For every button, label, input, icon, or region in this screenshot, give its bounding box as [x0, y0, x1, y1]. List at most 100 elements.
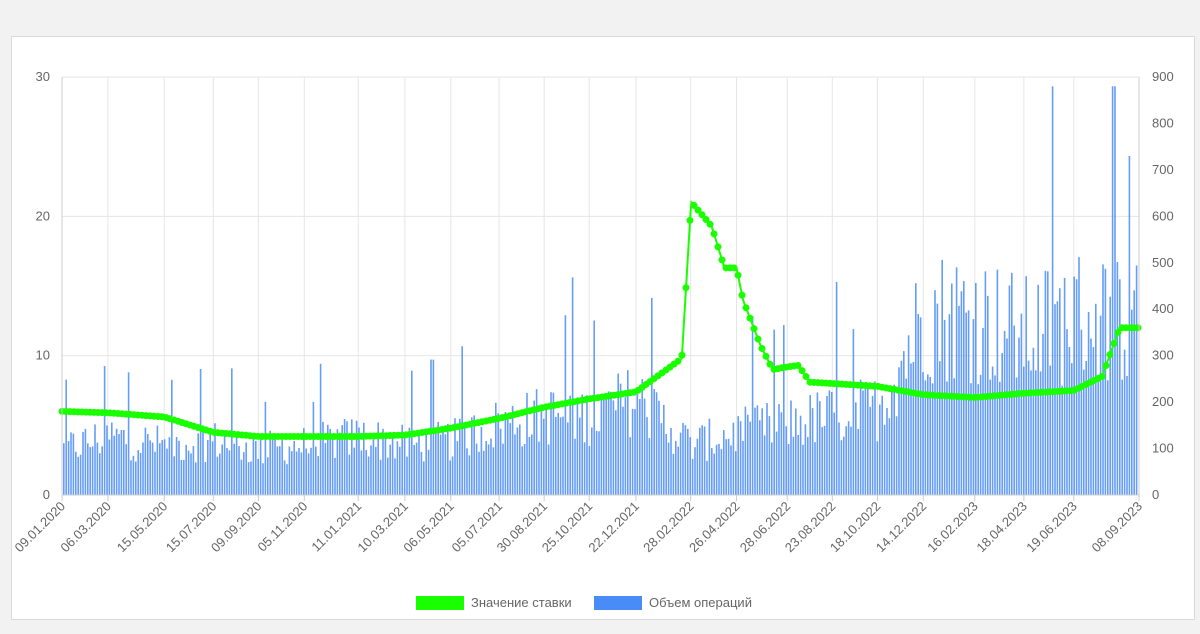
- x-tick-label: 18.04.2023: [973, 499, 1030, 556]
- volume-bar: [322, 421, 324, 495]
- volume-bar: [509, 423, 511, 495]
- volume-bar: [843, 436, 845, 495]
- volume-bar: [699, 427, 701, 495]
- volume-bar: [1071, 363, 1073, 495]
- volume-bar: [972, 319, 975, 495]
- rate-point: [710, 230, 718, 238]
- volume-bar: [1030, 370, 1032, 495]
- rate-point: [1134, 324, 1142, 332]
- volume-bar: [190, 453, 192, 495]
- volume-bar: [468, 455, 471, 495]
- volume-bar: [814, 442, 816, 495]
- volume-bar: [312, 401, 315, 495]
- volume-bar: [559, 417, 562, 495]
- volume-bar: [567, 422, 569, 495]
- volume-bar: [598, 431, 600, 495]
- volume-bar: [173, 456, 175, 495]
- volume-bar: [701, 425, 703, 495]
- rate-point: [754, 335, 762, 343]
- volume-bar: [276, 446, 279, 495]
- volume-bar: [557, 412, 559, 495]
- volume-bar: [343, 419, 346, 495]
- volume-bar: [951, 283, 953, 495]
- volume-bar: [624, 397, 627, 495]
- volume-bar: [415, 442, 418, 495]
- volume-bar: [1047, 271, 1049, 495]
- volume-bar: [77, 456, 79, 495]
- volume-bar: [775, 431, 778, 495]
- volume-bar: [346, 421, 348, 495]
- volume-bar: [233, 443, 235, 495]
- volume-bar: [406, 456, 408, 495]
- volume-bar: [262, 463, 264, 495]
- volume-bar: [965, 312, 967, 495]
- volume-bar: [651, 297, 653, 495]
- volume-bar: [451, 456, 454, 495]
- volume-bar: [187, 450, 190, 495]
- volume-bar: [804, 424, 807, 495]
- volume-bar: [871, 395, 874, 495]
- volume-bar: [615, 410, 617, 495]
- volume-bar: [250, 461, 252, 495]
- x-tick-label: 05.11.2020: [254, 499, 310, 555]
- volume-bar: [571, 277, 574, 495]
- volume-bar: [269, 430, 271, 495]
- volume-bar: [725, 439, 727, 495]
- volume-bar: [588, 446, 591, 495]
- volume-bar: [1063, 277, 1066, 495]
- volume-bar: [687, 428, 689, 495]
- volume-bar: [480, 426, 483, 495]
- volume-bar: [413, 445, 415, 495]
- volume-bar: [646, 417, 648, 495]
- volume-bar: [1095, 303, 1097, 495]
- volume-bar: [967, 310, 970, 495]
- volume-bar: [682, 422, 684, 495]
- volume-bar: [87, 443, 89, 495]
- volume-bar: [670, 428, 672, 495]
- volume-bar: [281, 440, 283, 495]
- volume-bar: [111, 422, 113, 495]
- volume-bar: [1001, 353, 1003, 495]
- y-right-tick-label: 0: [1152, 487, 1159, 502]
- volume-bar: [435, 433, 437, 495]
- volume-bar: [396, 441, 399, 495]
- volume-bar: [850, 426, 852, 495]
- volume-bar: [399, 446, 401, 495]
- volume-bar: [869, 406, 871, 495]
- volume-bar: [163, 439, 166, 495]
- volume-bar: [113, 435, 115, 495]
- volume-bar: [543, 418, 545, 495]
- volume-bar: [1042, 333, 1044, 495]
- volume-bar: [418, 435, 420, 495]
- volume-bar: [370, 445, 372, 495]
- volume-bar: [1066, 329, 1068, 495]
- volume-bar: [627, 370, 629, 495]
- volume-bar: [696, 438, 699, 495]
- volume-bar: [912, 361, 915, 495]
- volume-bar: [802, 444, 804, 495]
- volume-bar: [471, 417, 473, 495]
- volume-bar: [1032, 347, 1035, 495]
- volume-bar: [732, 422, 735, 495]
- x-tick-label: 15.05.2020: [114, 499, 171, 556]
- volume-bar: [845, 426, 847, 495]
- volume-bar: [679, 432, 682, 495]
- volume-bar: [183, 459, 185, 495]
- volume-bar: [1104, 268, 1107, 495]
- volume-bar: [334, 457, 336, 495]
- volume-bar: [595, 430, 598, 495]
- volume-bar: [1114, 86, 1116, 496]
- y-right-tick-label: 800: [1152, 115, 1174, 130]
- volume-bar: [154, 451, 156, 495]
- volume-bar: [835, 281, 838, 495]
- volume-bar: [274, 435, 276, 495]
- volume-bar: [891, 389, 893, 495]
- volume-bar: [127, 372, 130, 495]
- volume-bar: [852, 329, 855, 495]
- volume-bar: [123, 430, 125, 495]
- volume-bar: [667, 442, 670, 495]
- volume-bar: [207, 440, 209, 495]
- volume-bar: [355, 420, 358, 495]
- volume-bar: [660, 423, 663, 495]
- volume-bar: [502, 443, 504, 495]
